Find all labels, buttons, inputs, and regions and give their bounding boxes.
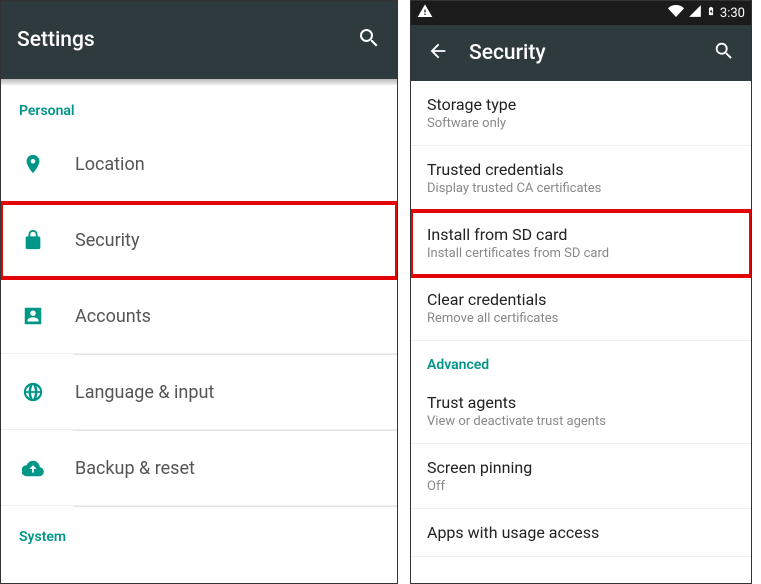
item-subtitle: Off — [427, 479, 735, 494]
search-icon[interactable] — [713, 40, 735, 66]
warning-icon — [417, 3, 433, 23]
security-item-screen-pinning[interactable]: Screen pinning Off — [411, 444, 751, 509]
status-time: 3:30 — [720, 6, 745, 21]
item-title: Apps with usage access — [427, 523, 735, 542]
back-icon[interactable] — [427, 40, 449, 66]
item-title: Trusted credentials — [427, 160, 735, 179]
settings-item-accounts[interactable]: Accounts — [1, 279, 397, 354]
account-icon — [19, 305, 47, 327]
settings-item-label: Accounts — [75, 306, 151, 327]
settings-item-label: Location — [75, 154, 145, 175]
item-title: Install from SD card — [427, 225, 735, 244]
lock-icon — [19, 229, 47, 251]
item-subtitle: Install certificates from SD card — [427, 246, 735, 261]
globe-icon — [19, 381, 47, 403]
item-subtitle: Software only — [427, 116, 735, 131]
item-subtitle: Remove all certificates — [427, 311, 735, 326]
appbar-title: Security — [469, 41, 693, 65]
settings-item-backup[interactable]: Backup & reset — [1, 431, 397, 506]
item-title: Storage type — [427, 95, 735, 114]
location-pin-icon — [19, 153, 47, 175]
phone-settings: Settings Personal Location Security Acco… — [0, 0, 398, 584]
cloud-upload-icon — [19, 457, 47, 479]
security-list[interactable]: Storage type Software only Trusted crede… — [411, 81, 751, 583]
phone-security: 3:30 Security Storage type Software only… — [410, 0, 752, 584]
item-title: Screen pinning — [427, 458, 735, 477]
section-personal: Personal — [1, 85, 397, 127]
appbar-settings: Settings — [1, 1, 397, 79]
wifi-icon — [668, 3, 684, 23]
signal-icon — [688, 4, 702, 22]
section-advanced: Advanced — [411, 341, 751, 379]
settings-item-language[interactable]: Language & input — [1, 355, 397, 430]
security-item-trusted-credentials[interactable]: Trusted credentials Display trusted CA c… — [411, 146, 751, 211]
settings-item-location[interactable]: Location — [1, 127, 397, 202]
battery-icon — [706, 3, 716, 23]
item-title: Trust agents — [427, 393, 735, 412]
appbar-title: Settings — [17, 28, 337, 52]
item-title: Clear credentials — [427, 290, 735, 309]
security-item-storage-type[interactable]: Storage type Software only — [411, 81, 751, 146]
security-item-trust-agents[interactable]: Trust agents View or deactivate trust ag… — [411, 379, 751, 444]
status-bar: 3:30 — [411, 1, 751, 25]
appbar-security: Security — [411, 25, 751, 81]
security-item-clear-credentials[interactable]: Clear credentials Remove all certificate… — [411, 276, 751, 341]
settings-list[interactable]: Personal Location Security Accounts — [1, 85, 397, 583]
section-system: System — [1, 507, 397, 553]
settings-item-label: Backup & reset — [75, 458, 195, 479]
search-icon[interactable] — [357, 26, 381, 54]
settings-item-security[interactable]: Security — [1, 203, 397, 278]
security-item-install-sd[interactable]: Install from SD card Install certificate… — [411, 211, 751, 276]
item-subtitle: View or deactivate trust agents — [427, 414, 735, 429]
settings-item-label: Language & input — [75, 382, 214, 403]
settings-item-label: Security — [75, 230, 139, 251]
item-subtitle: Display trusted CA certificates — [427, 181, 735, 196]
security-item-apps-usage-access[interactable]: Apps with usage access — [411, 509, 751, 557]
